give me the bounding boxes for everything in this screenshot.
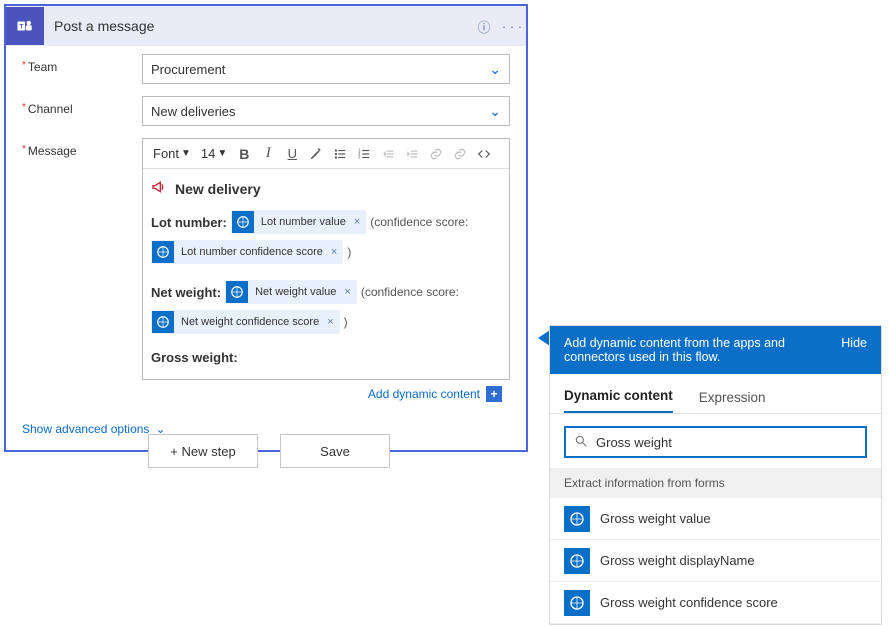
search-box[interactable] — [564, 426, 867, 458]
card-header: T Post a message ⓘ · · · — [6, 6, 526, 46]
ai-builder-icon — [232, 211, 254, 233]
hide-panel-button[interactable]: Hide — [841, 336, 867, 350]
code-view-button[interactable] — [473, 143, 495, 165]
token-net-conf[interactable]: Net weight confidence score × — [151, 310, 340, 334]
select-channel-value: New deliveries — [151, 104, 236, 119]
editor-body[interactable]: New delivery Lot number: Lot number valu… — [143, 169, 509, 379]
label-channel: Channel — [22, 96, 142, 116]
token-lot-value[interactable]: Lot number value × — [231, 210, 366, 234]
editor-toolbar: Font▼ 14▼ B I U — [143, 139, 509, 169]
select-channel[interactable]: New deliveries ⌄ — [142, 96, 510, 126]
indent-button[interactable] — [401, 143, 423, 165]
net-label: Net weight: — [151, 285, 221, 300]
ai-builder-icon — [564, 590, 590, 616]
flow-footer-buttons: + New step Save — [148, 434, 390, 468]
result-item[interactable]: Gross weight displayName — [550, 540, 881, 582]
chevron-down-icon: ⌄ — [489, 61, 501, 78]
italic-button[interactable]: I — [257, 143, 279, 165]
token-lot-conf[interactable]: Lot number confidence score × — [151, 240, 343, 264]
number-list-button[interactable] — [353, 143, 375, 165]
select-team-value: Procurement — [151, 62, 225, 77]
teams-icon: T — [6, 7, 44, 45]
save-button[interactable]: Save — [280, 434, 390, 468]
panel-header: Add dynamic content from the apps and co… — [550, 326, 881, 374]
bold-button[interactable]: B — [233, 143, 255, 165]
row-team: Team Procurement ⌄ — [6, 46, 526, 88]
label-team: Team — [22, 54, 142, 74]
card-title: Post a message — [44, 18, 470, 34]
font-family-select[interactable]: Font▼ — [149, 143, 195, 165]
result-group-header: Extract information from forms — [550, 468, 881, 498]
rich-text-editor[interactable]: Font▼ 14▼ B I U Ne — [142, 138, 510, 380]
token-net-value[interactable]: Net weight value × — [225, 280, 357, 304]
label-message: Message — [22, 138, 142, 158]
token-remove-icon[interactable]: × — [352, 216, 366, 228]
gross-label: Gross weight: — [151, 350, 238, 365]
ai-builder-icon — [564, 548, 590, 574]
token-remove-icon[interactable]: × — [342, 286, 356, 298]
select-team[interactable]: Procurement ⌄ — [142, 54, 510, 84]
row-channel: Channel New deliveries ⌄ — [6, 88, 526, 130]
result-item[interactable]: Gross weight confidence score — [550, 582, 881, 624]
ai-builder-icon — [152, 241, 174, 263]
font-color-button[interactable] — [305, 143, 327, 165]
conf-close: ) — [347, 245, 351, 259]
font-size-select[interactable]: 14▼ — [197, 143, 231, 165]
token-remove-icon[interactable]: × — [325, 316, 339, 328]
ai-builder-icon — [152, 311, 174, 333]
link-button[interactable] — [425, 143, 447, 165]
result-item[interactable]: Gross weight value — [550, 498, 881, 540]
result-label: Gross weight displayName — [600, 553, 755, 568]
outdent-button[interactable] — [377, 143, 399, 165]
lot-label: Lot number: — [151, 215, 227, 230]
add-dynamic-content-link[interactable]: Add dynamic content — [368, 387, 480, 401]
bullet-list-button[interactable] — [329, 143, 351, 165]
conf-close: ) — [344, 315, 348, 329]
result-label: Gross weight confidence score — [600, 595, 778, 610]
message-heading: New delivery — [175, 181, 261, 197]
action-card: T Post a message ⓘ · · · Team Procuremen… — [4, 4, 528, 452]
token-remove-icon[interactable]: × — [329, 246, 343, 258]
result-label: Gross weight value — [600, 511, 711, 526]
underline-button[interactable]: U — [281, 143, 303, 165]
unlink-button[interactable] — [449, 143, 471, 165]
ai-builder-icon — [226, 281, 248, 303]
chevron-down-icon: ⌄ — [489, 103, 501, 120]
ai-builder-icon — [564, 506, 590, 532]
conf-open: (confidence score: — [370, 215, 468, 229]
search-input[interactable] — [596, 435, 857, 450]
help-icon[interactable]: ⓘ — [470, 17, 498, 36]
add-dynamic-plus-icon[interactable]: + — [486, 386, 502, 402]
more-icon[interactable]: · · · — [498, 19, 526, 34]
search-icon — [574, 434, 588, 451]
conf-open: (confidence score: — [361, 285, 459, 299]
row-message: Message Font▼ 14▼ B I U — [6, 130, 526, 412]
megaphone-icon — [151, 179, 167, 198]
new-step-button[interactable]: + New step — [148, 434, 258, 468]
dynamic-content-panel: Add dynamic content from the apps and co… — [549, 325, 882, 625]
tab-dynamic-content[interactable]: Dynamic content — [564, 388, 673, 413]
tab-expression[interactable]: Expression — [699, 390, 766, 413]
panel-tabs: Dynamic content Expression — [550, 374, 881, 414]
panel-header-text: Add dynamic content from the apps and co… — [564, 336, 831, 364]
